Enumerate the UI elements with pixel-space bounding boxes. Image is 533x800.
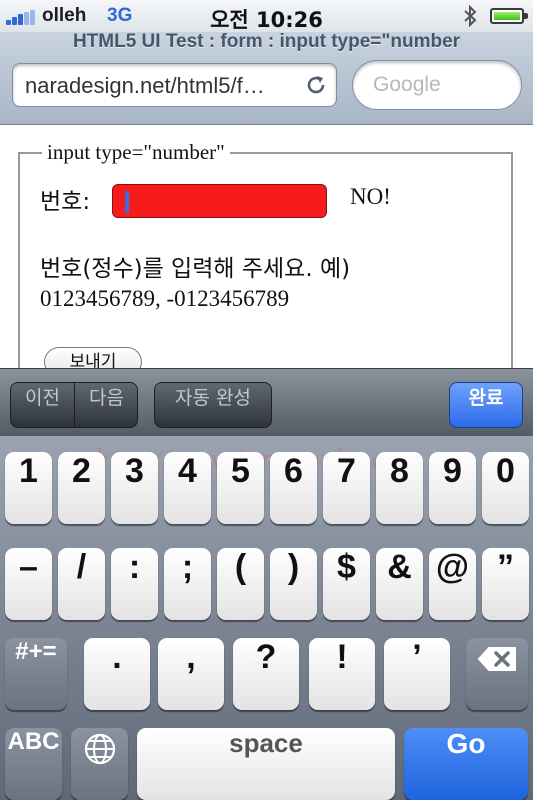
more-symbols-key[interactable]: #+= [5, 638, 67, 710]
browser-toolbar: HTML5 UI Test : form : input type="numbe… [0, 31, 533, 125]
numeric-keyboard: http://www.jumptovk.net 1 2 3 4 5 6 7 8 … [0, 436, 533, 800]
key-9[interactable]: 9 [429, 452, 476, 524]
bluetooth-icon [464, 5, 477, 27]
hint-text: 번호(정수)를 입력해 주세요. 예) [40, 256, 351, 282]
key-comma[interactable]: , [158, 638, 224, 710]
validation-message: NO! [350, 184, 391, 209]
go-key[interactable]: Go [404, 728, 528, 800]
delete-key[interactable] [466, 638, 528, 710]
key-1[interactable]: 1 [5, 452, 52, 524]
key-exclamation[interactable]: ! [309, 638, 375, 710]
key-question[interactable]: ? [233, 638, 299, 710]
address-bar[interactable]: naradesign.net/html5/f… [12, 63, 337, 107]
abc-key[interactable]: ABC [5, 728, 62, 800]
key-3[interactable]: 3 [111, 452, 158, 524]
key-ampersand[interactable]: & [376, 548, 423, 620]
number-label: 번호: [40, 189, 91, 215]
url-text: naradesign.net/html5/f… [25, 73, 265, 98]
prev-next-control: 이전 다음 [10, 382, 138, 428]
form-fieldset: input type="number" 번호: NO! 번호(정수)를 입력해 … [18, 140, 513, 368]
done-button[interactable]: 완료 [449, 382, 523, 428]
number-input[interactable] [112, 184, 327, 218]
hint-example: 0123456789, -0123456789 [40, 286, 290, 311]
form-assistant-bar: 이전 다음 자동 완성 완료 [0, 368, 533, 437]
space-key[interactable]: space [137, 728, 395, 800]
key-7[interactable]: 7 [323, 452, 370, 524]
previous-button[interactable]: 이전 [11, 383, 75, 427]
key-period[interactable]: . [84, 638, 150, 710]
next-button[interactable]: 다음 [75, 383, 137, 427]
key-semicolon[interactable]: ; [164, 548, 211, 620]
key-6[interactable]: 6 [270, 452, 317, 524]
key-open-paren[interactable]: ( [217, 548, 264, 620]
page-title: HTML5 UI Test : form : input type="numbe… [72, 31, 461, 52]
clock: 오전 10:26 [210, 8, 323, 32]
backspace-icon [478, 647, 516, 672]
key-slash[interactable]: / [58, 548, 105, 620]
search-field[interactable]: Google [352, 60, 522, 110]
key-apostrophe[interactable]: ’ [384, 638, 450, 710]
key-dash[interactable]: – [5, 548, 52, 620]
key-8[interactable]: 8 [376, 452, 423, 524]
key-close-paren[interactable]: ) [270, 548, 317, 620]
key-4[interactable]: 4 [164, 452, 211, 524]
submit-button[interactable]: 보내기 [44, 347, 142, 368]
globe-icon [84, 733, 115, 765]
key-dollar[interactable]: $ [323, 548, 370, 620]
web-content: input type="number" 번호: NO! 번호(정수)를 입력해 … [0, 125, 533, 368]
key-2[interactable]: 2 [58, 452, 105, 524]
key-quote[interactable]: ” [482, 548, 529, 620]
international-key[interactable] [71, 728, 128, 800]
search-placeholder: Google [373, 73, 441, 96]
key-colon[interactable]: : [111, 548, 158, 620]
autofill-button[interactable]: 자동 완성 [154, 382, 272, 428]
status-bar: olleh 3G 오전 10:26 [0, 0, 533, 33]
fieldset-legend: input type="number" [42, 140, 230, 165]
key-at[interactable]: @ [429, 548, 476, 620]
key-0[interactable]: 0 [482, 452, 529, 524]
key-5[interactable]: 5 [217, 452, 264, 524]
battery-icon [490, 8, 528, 24]
text-caret [125, 191, 129, 213]
reload-icon[interactable] [304, 73, 328, 97]
